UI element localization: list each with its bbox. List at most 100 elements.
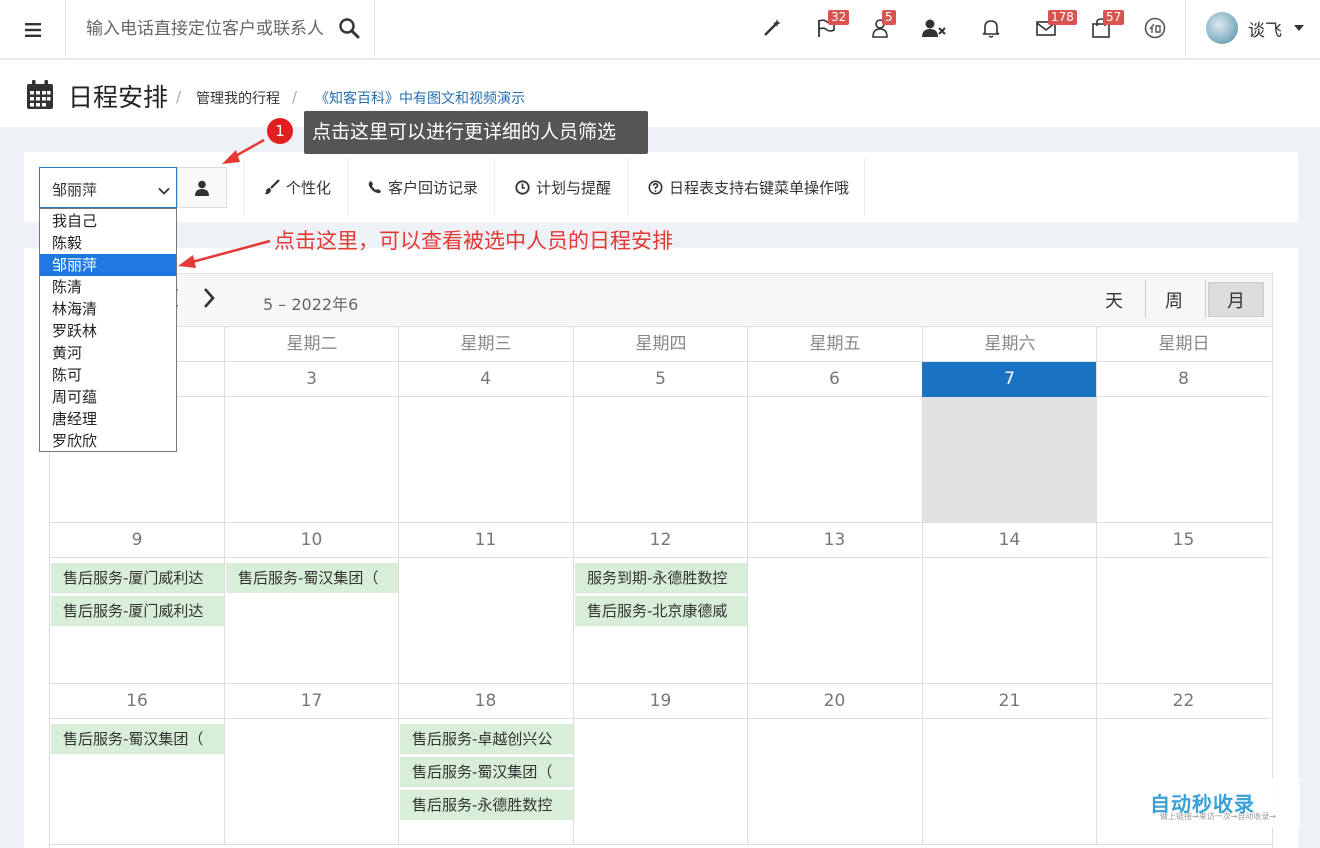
- view-week-button[interactable]: 周: [1146, 282, 1202, 317]
- day-number[interactable]: 13: [747, 523, 921, 558]
- user-icon[interactable]: 5: [868, 10, 896, 40]
- day-number[interactable]: 12: [573, 523, 747, 558]
- next-month-button[interactable]: [202, 287, 216, 313]
- day-number-today[interactable]: 7: [922, 362, 1096, 397]
- day-number[interactable]: 9: [50, 523, 224, 558]
- breadcrumb-separator: /: [292, 88, 298, 106]
- breadcrumb-item[interactable]: 管理我的行程: [196, 88, 280, 108]
- day-cell[interactable]: 售后服务-卓越创兴公 售后服务-蜀汉集团（ 售后服务-永德胜数控: [398, 719, 573, 844]
- day-number[interactable]: 18: [398, 684, 572, 719]
- knowledge-logo-icon[interactable]: [1143, 16, 1167, 40]
- search-icon[interactable]: [338, 17, 360, 43]
- day-number[interactable]: 22: [1096, 684, 1270, 719]
- select-option-selected[interactable]: 邹丽萍: [40, 254, 176, 276]
- search-input[interactable]: [86, 14, 336, 44]
- day-number[interactable]: 5: [573, 362, 747, 397]
- calendar-event[interactable]: 售后服务-厦门威利达: [51, 563, 224, 593]
- select-option[interactable]: 周可蕴: [40, 386, 176, 408]
- day-number[interactable]: 6: [747, 362, 921, 397]
- day-number[interactable]: 20: [747, 684, 921, 719]
- day-number[interactable]: 14: [922, 523, 1096, 558]
- user-remove-icon[interactable]: [922, 16, 946, 40]
- select-option[interactable]: 林海清: [40, 298, 176, 320]
- weekday-wednesday: 星期三: [398, 327, 573, 362]
- day-cell[interactable]: [398, 397, 572, 522]
- select-option[interactable]: 罗跃林: [40, 320, 176, 342]
- calendar-event[interactable]: 售后服务-厦门威利达: [51, 596, 224, 626]
- day-cell-today[interactable]: [922, 397, 1096, 522]
- calendar-icon: [26, 80, 54, 114]
- select-option[interactable]: 我自己: [40, 210, 176, 232]
- day-cell[interactable]: [1096, 397, 1270, 522]
- visit-record-label: 客户回访记录: [388, 178, 479, 197]
- user-icon: [195, 180, 209, 196]
- mail-icon[interactable]: 178: [1034, 10, 1077, 40]
- weekday-thursday: 星期四: [573, 327, 748, 362]
- day-cell[interactable]: 售后服务-厦门威利达 售后服务-厦门威利达: [50, 558, 224, 683]
- day-number[interactable]: 17: [224, 684, 398, 719]
- calendar-event[interactable]: 售后服务-蜀汉集团（: [226, 563, 399, 593]
- shopping-bag-icon[interactable]: 57: [1089, 10, 1125, 40]
- day-cell[interactable]: 服务到期-永德胜数控 售后服务-北京康德威: [573, 558, 748, 683]
- select-option[interactable]: 陈清: [40, 276, 176, 298]
- day-cell[interactable]: [747, 558, 921, 683]
- calendar-week: 3 4 5 6 7 8: [50, 362, 1272, 523]
- select-option[interactable]: 陈毅: [40, 232, 176, 254]
- flag-badge: 32: [828, 10, 850, 25]
- user-menu[interactable]: 谈飞: [1185, 0, 1320, 59]
- day-number[interactable]: 19: [573, 684, 747, 719]
- bell-icon[interactable]: [979, 16, 1003, 40]
- select-option[interactable]: 黄河: [40, 342, 176, 364]
- day-number[interactable]: 3: [224, 362, 398, 397]
- breadcrumb-link[interactable]: 《知客百科》中有图文和视频演示: [315, 88, 525, 108]
- select-option[interactable]: 唐经理: [40, 408, 176, 430]
- day-number[interactable]: 15: [1096, 523, 1270, 558]
- day-cell[interactable]: [224, 397, 398, 522]
- day-cell[interactable]: [573, 719, 747, 844]
- day-cell[interactable]: [747, 719, 921, 844]
- page-title: 日程安排: [68, 83, 169, 112]
- personalize-button[interactable]: 个性化: [243, 158, 347, 216]
- calendar: 5 – 2022年6 天 周 月 星期二 星期三 星期四 星期五 星期六 星期日…: [49, 273, 1273, 848]
- day-number[interactable]: 4: [398, 362, 572, 397]
- person-filter-button[interactable]: [177, 167, 227, 208]
- day-cell[interactable]: [398, 558, 572, 683]
- weekday-tuesday: 星期二: [224, 327, 399, 362]
- calendar-event[interactable]: 售后服务-卓越创兴公: [400, 724, 573, 754]
- day-number[interactable]: 11: [398, 523, 572, 558]
- menu-toggle-button[interactable]: [0, 0, 66, 59]
- day-cell[interactable]: 售后服务-蜀汉集团（: [224, 558, 399, 683]
- calendar-event[interactable]: 售后服务-蜀汉集团（: [51, 724, 224, 754]
- view-divider: [1205, 280, 1206, 318]
- view-day-button[interactable]: 天: [1086, 282, 1142, 317]
- day-cell[interactable]: [224, 719, 398, 844]
- calendar-event[interactable]: 服务到期-永德胜数控: [575, 563, 748, 593]
- day-cell[interactable]: [1096, 558, 1270, 683]
- calendar-toolbar: 5 – 2022年6 天 周 月: [50, 274, 1272, 327]
- day-number[interactable]: 8: [1096, 362, 1270, 397]
- calendar-event[interactable]: 售后服务-北京康德威: [575, 596, 748, 626]
- flag-icon[interactable]: 32: [814, 10, 850, 40]
- day-cell[interactable]: 售后服务-蜀汉集团（: [50, 719, 224, 844]
- select-option[interactable]: 陈可: [40, 364, 176, 386]
- day-number[interactable]: 21: [922, 684, 1096, 719]
- view-month-button[interactable]: 月: [1208, 282, 1264, 317]
- plan-reminder-button[interactable]: 计划与提醒: [494, 158, 627, 216]
- context-menu-help-button[interactable]: 日程表支持右键菜单操作哦: [627, 158, 865, 216]
- calendar-event[interactable]: 售后服务-蜀汉集团（: [400, 757, 573, 787]
- day-cell[interactable]: [922, 558, 1096, 683]
- day-number[interactable]: 16: [50, 684, 224, 719]
- magic-wand-icon[interactable]: [760, 16, 784, 40]
- visit-record-button[interactable]: 客户回访记录: [347, 158, 494, 216]
- day-cell[interactable]: [922, 719, 1096, 844]
- calendar-range-label: 5 – 2022年6: [263, 295, 359, 314]
- plan-reminder-label: 计划与提醒: [536, 178, 612, 197]
- select-option[interactable]: 罗欣欣: [40, 430, 176, 452]
- brush-icon: [264, 179, 280, 195]
- day-number[interactable]: 10: [224, 523, 398, 558]
- day-cell[interactable]: [573, 397, 747, 522]
- context-menu-help-label: 日程表支持右键菜单操作哦: [669, 178, 850, 197]
- calendar-event[interactable]: 售后服务-永德胜数控: [400, 790, 573, 820]
- day-cell[interactable]: [747, 397, 921, 522]
- person-select[interactable]: 邹丽萍: [39, 167, 177, 208]
